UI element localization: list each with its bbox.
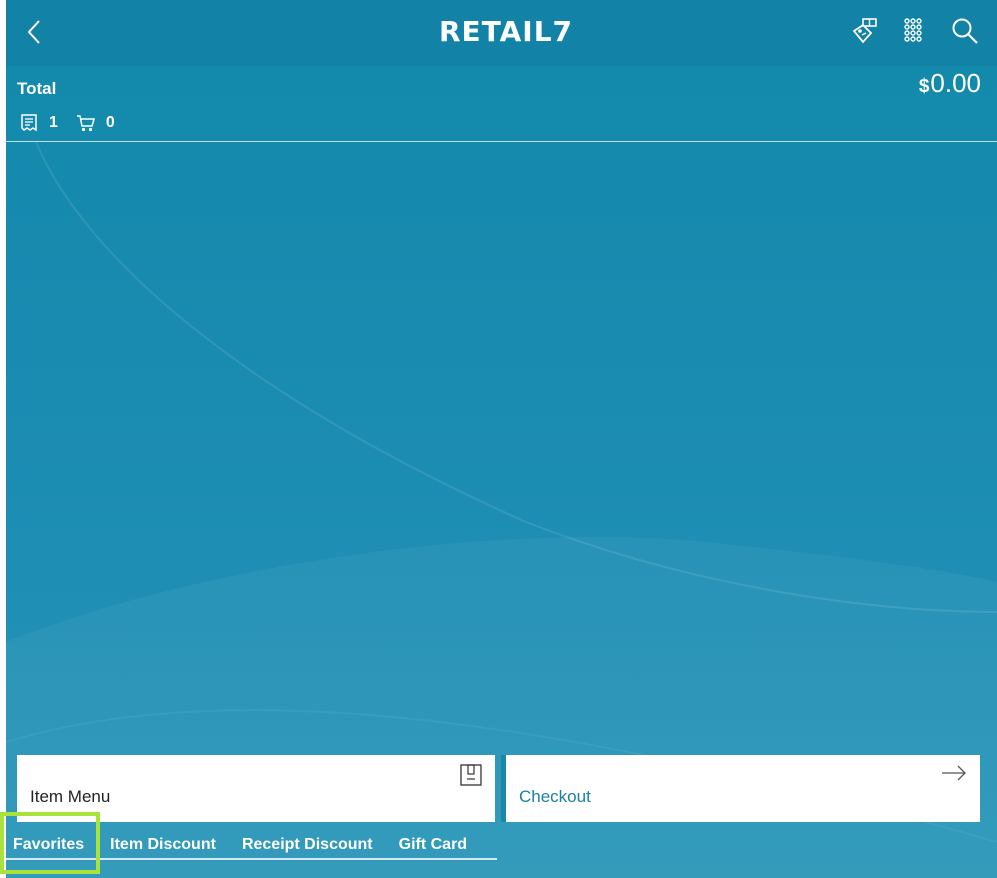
receipt-count: 1: [49, 114, 58, 131]
keypad-icon: [904, 18, 922, 42]
tab-item-discount[interactable]: Item Discount: [97, 826, 229, 862]
checkout-label: Checkout: [519, 787, 591, 806]
tab-gift-card[interactable]: Gift Card: [386, 826, 480, 862]
arrow-right-icon: [942, 765, 966, 781]
total-amount: $ 0.00: [919, 68, 981, 99]
back-button[interactable]: [24, 17, 46, 47]
pos-screen: RETAIL7 Total $ 0.00 1 0 Item Menu Check…: [6, 0, 997, 878]
price-tag-button[interactable]: [851, 16, 879, 46]
checkout-panel[interactable]: Checkout: [501, 755, 980, 822]
top-actions: [851, 16, 979, 46]
function-tabs: Favorites Item Discount Receipt Discount…: [6, 826, 480, 862]
app-window: RETAIL7 Total $ 0.00 1 0 Item Menu Check…: [0, 0, 997, 878]
back-icon: [27, 20, 40, 44]
currency-symbol: $: [918, 76, 930, 97]
tab-favorites[interactable]: Favorites: [6, 826, 97, 862]
receipt-icon: [21, 114, 37, 132]
cart-icon: [76, 115, 95, 132]
receipt-count-group[interactable]: 1: [19, 113, 58, 133]
price-tag-icon: [852, 18, 877, 44]
total-label: Total: [17, 79, 57, 98]
cart-count-group[interactable]: 0: [76, 113, 115, 133]
top-bar: RETAIL7: [6, 0, 997, 66]
item-menu-panel[interactable]: Item Menu: [17, 755, 495, 822]
receipt-cart-counts: 1 0: [19, 113, 133, 133]
total-value: 0.00: [930, 68, 981, 98]
retail7-logo: RETAIL7: [439, 15, 574, 48]
tab-receipt-discount[interactable]: Receipt Discount: [229, 826, 386, 862]
search-button[interactable]: [951, 16, 979, 46]
tabs-underline: [6, 858, 497, 860]
search-icon: [952, 18, 978, 44]
item-menu-label: Item Menu: [30, 787, 111, 806]
cart-count: 0: [105, 114, 115, 131]
keypad-button[interactable]: [901, 16, 929, 46]
item-menu-icon: [460, 764, 482, 786]
